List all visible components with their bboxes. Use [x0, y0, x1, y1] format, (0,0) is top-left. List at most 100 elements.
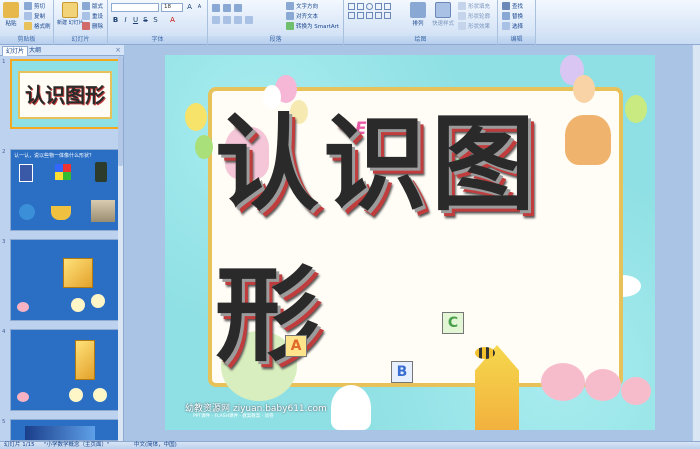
- shape-star-icon[interactable]: [348, 12, 355, 19]
- bold-button[interactable]: B: [111, 16, 120, 25]
- shape-rectangle-icon[interactable]: [348, 3, 355, 10]
- slide-number: 3: [2, 239, 6, 245]
- scrollbar-thumb[interactable]: [118, 56, 123, 166]
- smartart-icon: [286, 22, 294, 30]
- globe-image: [19, 204, 35, 220]
- balloon-green: [195, 135, 213, 159]
- theme-name: "小学数学概念（主页面）": [44, 442, 110, 448]
- panel-scrollbar[interactable]: [118, 56, 123, 441]
- tab-outline[interactable]: 大纲: [26, 46, 44, 56]
- language-indicator: 中文(简体，中国): [134, 442, 177, 448]
- cut-button[interactable]: 剪切: [24, 2, 45, 10]
- numbering-icon[interactable]: [223, 4, 231, 12]
- slide-canvas-area: English Study 认识图形 A B C 幼教资源网 ziyuan.ba…: [125, 45, 700, 441]
- tab-slides[interactable]: 幻灯片: [2, 46, 29, 56]
- format-painter-button[interactable]: 格式刷: [24, 22, 51, 30]
- font-size-field[interactable]: 18: [161, 3, 183, 12]
- underline-button[interactable]: U: [131, 16, 140, 25]
- delete-slide-button[interactable]: 删除: [82, 22, 103, 30]
- shape-block-arrow-icon[interactable]: [375, 12, 382, 19]
- shape-arrow-icon[interactable]: [384, 3, 391, 10]
- thumb-title: 认识图形: [18, 71, 112, 119]
- align-right-icon[interactable]: [234, 16, 242, 24]
- align-text-icon: [286, 12, 294, 20]
- slide-thumbnail[interactable]: [10, 329, 120, 411]
- shape-fill-button[interactable]: 形状填充: [458, 2, 490, 10]
- shape-triangle-icon[interactable]: [375, 3, 382, 10]
- cube-shape: [63, 258, 93, 288]
- smartart-button[interactable]: 转换为 SmartArt: [286, 22, 339, 30]
- shrink-font-button[interactable]: A: [195, 3, 204, 12]
- pen-icon: [458, 12, 466, 20]
- canvas-scrollbar[interactable]: [692, 45, 700, 441]
- italic-button[interactable]: I: [121, 16, 130, 25]
- paste-icon: [3, 2, 19, 18]
- pyramid-image: [91, 200, 115, 222]
- slide-thumbnail[interactable]: 认一认，说以些物一体像什么形状？: [10, 149, 120, 231]
- cuboid-shape: [75, 340, 95, 380]
- select-button[interactable]: 选择: [502, 22, 523, 30]
- slide-number: 2: [2, 149, 6, 155]
- status-bar: 幻灯片 1/15 "小学数学概念（主页面）" 中文(简体，中国): [0, 441, 700, 449]
- pig-character: [621, 377, 651, 405]
- shape-brace-icon[interactable]: [357, 12, 364, 19]
- editing-group-label: 编辑: [498, 36, 535, 44]
- reset-button[interactable]: 重设: [82, 12, 103, 20]
- replace-button[interactable]: 替换: [502, 12, 523, 20]
- letter-card-c: C: [442, 312, 464, 334]
- grow-font-button[interactable]: A: [185, 3, 194, 12]
- book-image: [19, 164, 33, 182]
- replace-icon: [502, 12, 510, 20]
- binoculars-icon: [502, 2, 510, 10]
- strikethrough-button[interactable]: S: [141, 16, 150, 25]
- align-text-button[interactable]: 对齐文本: [286, 12, 318, 20]
- slide-number: 4: [2, 329, 6, 335]
- justify-icon[interactable]: [245, 16, 253, 24]
- font-group: 18 A A B I U S S A 字体: [108, 0, 208, 45]
- boat-image: [51, 206, 71, 220]
- layout-button[interactable]: 版式: [82, 2, 103, 10]
- align-left-icon[interactable]: [212, 16, 220, 24]
- paragraph-group-label: 段落: [208, 36, 343, 44]
- bullets-icon[interactable]: [212, 4, 220, 12]
- letter-card-a: A: [285, 335, 307, 357]
- close-icon[interactable]: ×: [115, 46, 121, 54]
- shape-outline-button[interactable]: 形状轮廓: [458, 12, 490, 20]
- paragraph-group: 文字方向 对齐文本 转换为 SmartArt 段落: [208, 0, 344, 45]
- brush-icon: [24, 22, 32, 30]
- shadow-button[interactable]: S: [151, 16, 160, 25]
- shape-effects-button[interactable]: 形状效果: [458, 22, 490, 30]
- shape-callout-icon[interactable]: [366, 12, 373, 19]
- font-name-field[interactable]: [111, 3, 159, 12]
- font-color-button[interactable]: A: [168, 16, 177, 25]
- clipboard-group: 粘贴 剪切 复制 格式刷 剪贴板: [0, 0, 54, 45]
- text-direction-icon: [286, 2, 294, 10]
- paint-bucket-icon: [458, 2, 466, 10]
- paste-button[interactable]: 粘贴: [3, 2, 19, 27]
- arrange-icon: [410, 2, 426, 18]
- cursor-icon: [502, 22, 510, 30]
- editing-group: 查找 替换 选择 编辑: [498, 0, 536, 45]
- new-slide-button[interactable]: 新建 幻灯片: [57, 2, 84, 26]
- find-button[interactable]: 查找: [502, 2, 523, 10]
- slide-canvas[interactable]: English Study 认识图形 A B C 幼教资源网 ziyuan.ba…: [165, 55, 655, 430]
- arrange-button[interactable]: 排列: [410, 2, 426, 27]
- quick-styles-button[interactable]: 快速样式: [432, 2, 454, 27]
- shape-flowchart-icon[interactable]: [384, 12, 391, 19]
- slide-title[interactable]: 认识图形: [215, 102, 635, 376]
- pig-icon: [17, 392, 29, 402]
- slide-thumbnail[interactable]: [10, 419, 120, 441]
- copy-button[interactable]: 复制: [24, 12, 45, 20]
- slide-number: 1: [2, 59, 6, 65]
- text-direction-button[interactable]: 文字方向: [286, 2, 318, 10]
- indent-icon[interactable]: [234, 4, 242, 12]
- align-center-icon[interactable]: [223, 16, 231, 24]
- panel-tabs: 幻灯片 大纲 ×: [0, 45, 124, 56]
- shape-oval-icon[interactable]: [366, 3, 373, 10]
- shape-image: [25, 426, 95, 440]
- shape-line-icon[interactable]: [357, 3, 364, 10]
- slide-thumbnail[interactable]: 认识图形: [10, 59, 120, 129]
- slide-thumbnail[interactable]: [10, 239, 120, 321]
- flower-icon: [71, 298, 85, 312]
- pig-icon: [17, 302, 29, 312]
